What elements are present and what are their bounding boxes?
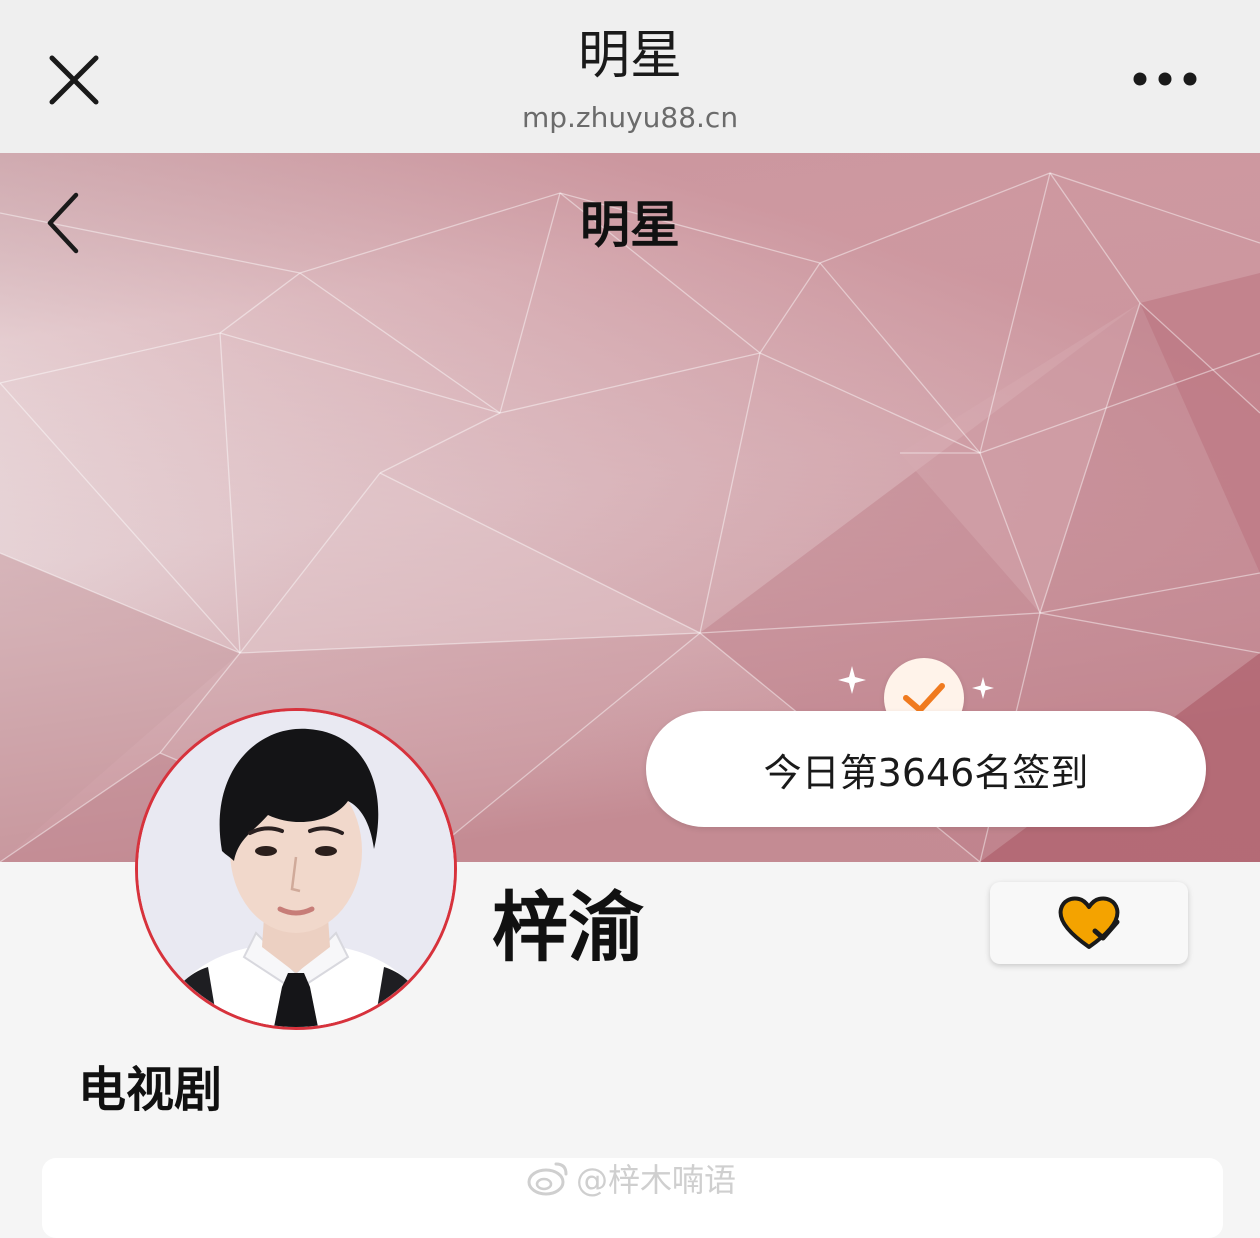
sparkle-icon	[972, 677, 994, 699]
star-name: 梓渝	[492, 883, 644, 972]
page-title: 明星	[580, 196, 680, 254]
watermark: @梓木喃语	[526, 1156, 736, 1200]
star-avatar[interactable]	[135, 708, 457, 1030]
more-button[interactable]	[1128, 64, 1202, 94]
follow-button[interactable]	[990, 882, 1188, 964]
browser-title: 明星	[577, 26, 682, 86]
avatar-portrait	[138, 711, 454, 1027]
heart-check-icon	[1058, 896, 1120, 949]
watermark-text: @梓木喃语	[576, 1161, 737, 1199]
weibo-icon	[527, 1162, 568, 1196]
checkin-status-pill[interactable]: 今日第3646名签到	[646, 711, 1206, 827]
browser-url: mp.zhuyu88.cn	[521, 101, 739, 134]
more-dots-icon	[1133, 72, 1197, 86]
checkin-text: 今日第3646名签到	[763, 750, 1089, 795]
section-title-tv-series: 电视剧	[78, 1062, 223, 1118]
browser-top-bar: 明星 mp.zhuyu88.cn	[0, 0, 1260, 153]
sparkle-icon	[838, 666, 866, 694]
